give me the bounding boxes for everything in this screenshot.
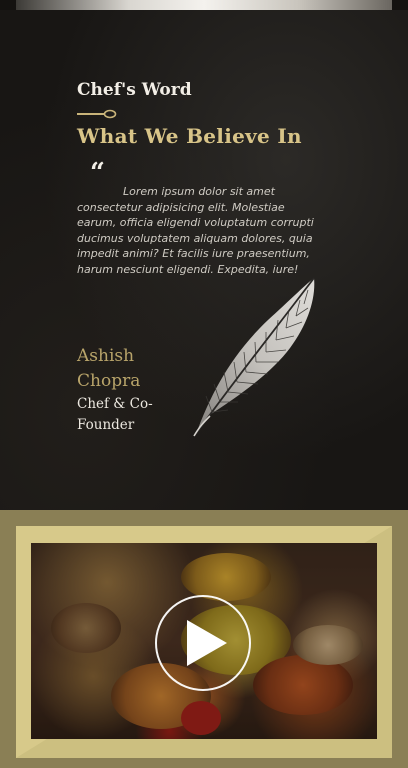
feather-icon — [193, 277, 315, 437]
spices-video-thumbnail[interactable] — [31, 543, 377, 739]
play-button[interactable] — [155, 595, 251, 691]
play-icon — [187, 620, 227, 666]
quote-icon: “ — [90, 158, 105, 188]
author-role: Chef & Co-Founder — [77, 396, 153, 433]
section-kicker: Chef's Word — [77, 80, 192, 100]
top-image-strip — [16, 0, 392, 10]
section-title: What We Believe In — [77, 124, 302, 148]
author-name: Ashish Chopra — [77, 346, 141, 391]
quote-text: Lorem ipsum dolor sit amet consectetur a… — [77, 185, 314, 276]
spoon-divider-icon — [77, 109, 117, 119]
